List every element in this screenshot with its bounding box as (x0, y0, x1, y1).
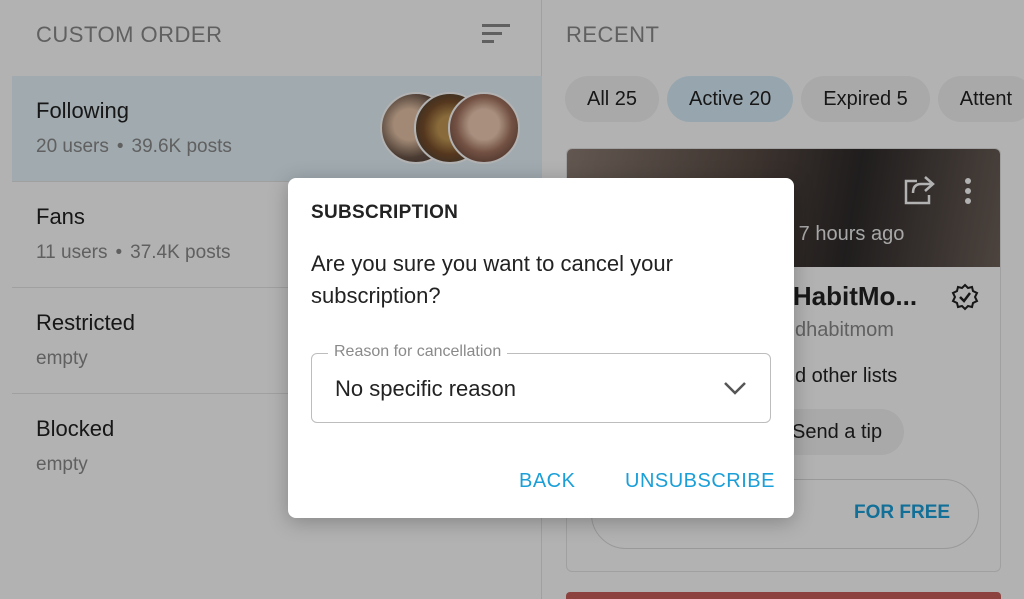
cancellation-reason-select[interactable]: Reason for cancellation No specific reas… (311, 343, 771, 423)
dialog-message: Are you sure you want to cancel your sub… (311, 251, 673, 308)
unsubscribe-button[interactable]: UNSUBSCRIBE (625, 470, 775, 493)
unsubscribe-dialog: SUBSCRIPTION Are you sure you want to ca… (288, 178, 794, 518)
select-label: Reason for cancellation (328, 343, 508, 361)
select-value: No specific reason (335, 376, 516, 401)
back-button[interactable]: BACK (519, 470, 575, 493)
chevron-down-icon (724, 382, 746, 395)
dialog-title: SUBSCRIPTION (311, 202, 459, 223)
